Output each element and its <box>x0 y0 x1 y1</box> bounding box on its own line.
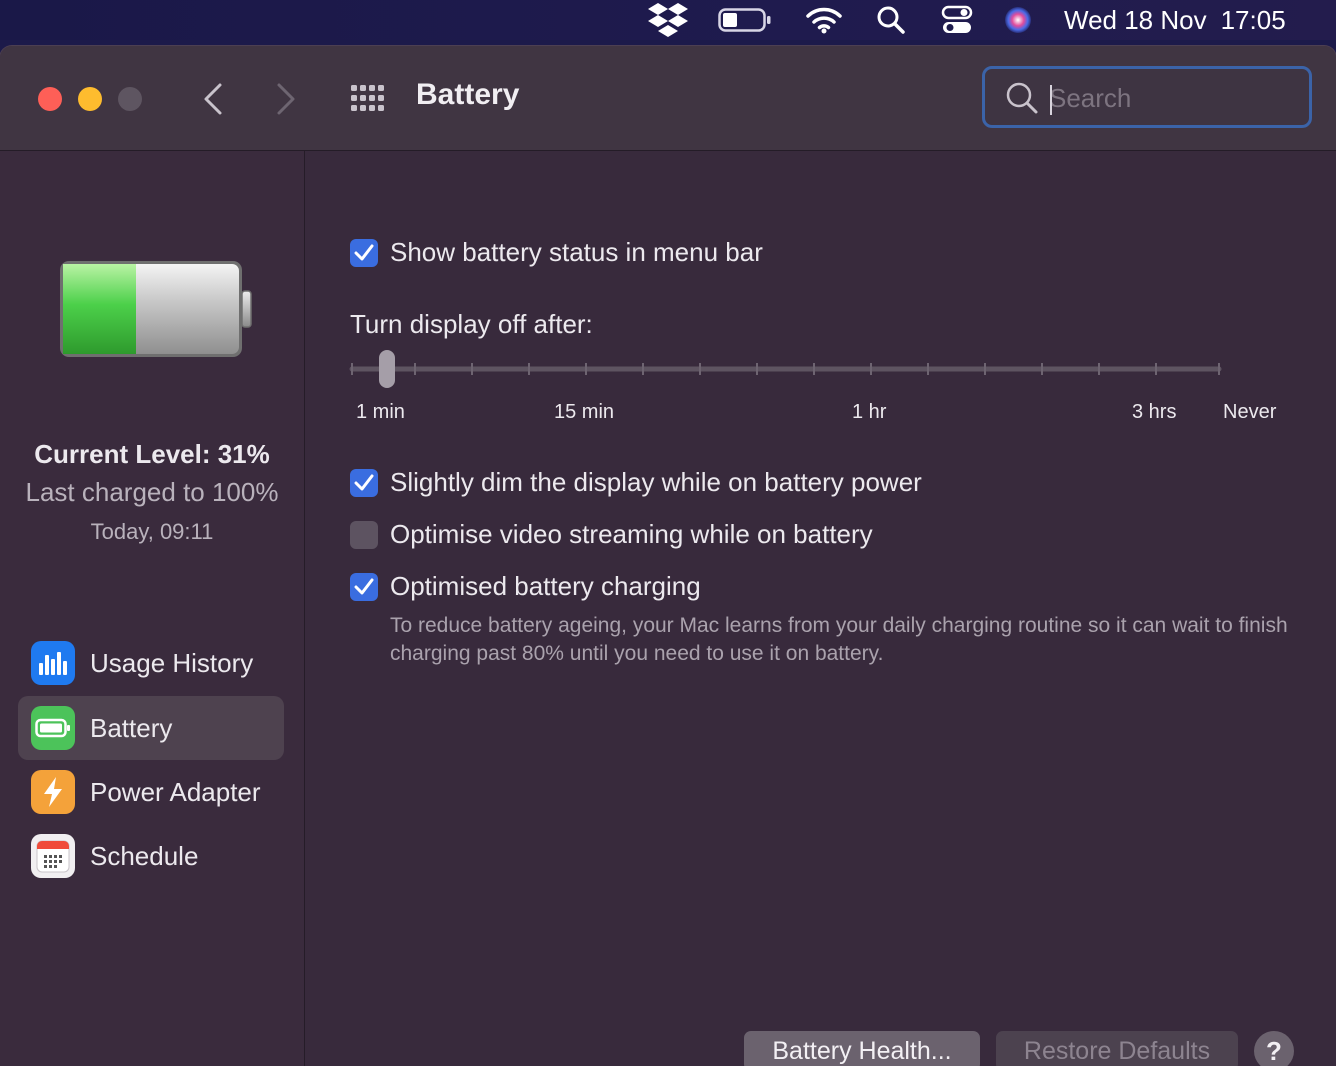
sidebar-item-battery[interactable]: Battery <box>18 696 284 760</box>
tick-label-1-hr: 1 hr <box>852 401 887 423</box>
back-button[interactable] <box>195 76 231 122</box>
show-battery-status-checkbox[interactable] <box>350 239 378 267</box>
wifi-icon[interactable] <box>804 0 844 40</box>
optimise-video-checkbox[interactable] <box>350 521 378 549</box>
sidebar: Current Level: 31% Last charged to 100% … <box>0 151 305 1066</box>
control-center-icon[interactable] <box>938 0 976 40</box>
text-cursor <box>1050 85 1052 115</box>
menu-bar-time: 17:05 <box>1220 4 1286 35</box>
last-charged-time: Today, 09:11 <box>90 519 214 544</box>
show-battery-status-label: Show battery status in menu bar <box>390 237 763 267</box>
tick-label-15-min: 15 min <box>554 401 615 423</box>
sidebar-item-label: Battery <box>90 712 173 743</box>
forward-button[interactable] <box>268 76 304 122</box>
search-icon <box>1006 82 1038 114</box>
display-off-slider[interactable] <box>305 341 1336 391</box>
siri-icon[interactable] <box>1000 0 1036 40</box>
optimised-charging-description: To reduce battery ageing, your Mac learn… <box>390 614 1288 665</box>
grid-icon <box>351 85 384 111</box>
last-charged-text: Last charged to 100% <box>25 477 279 507</box>
power-adapter-icon <box>31 770 75 814</box>
battery-settings-pane: Show battery status in menu bar Turn dis… <box>305 151 1336 1066</box>
show-all-button[interactable] <box>348 80 388 120</box>
battery-pane-icon <box>31 706 75 750</box>
dim-display-label: Slightly dim the display while on batter… <box>390 467 922 497</box>
preferences-window: Battery Search Current Level: 31% Last c… <box>0 46 1336 1066</box>
current-level-text: Current Level: 31% <box>34 439 270 469</box>
window-title: Battery <box>416 78 520 111</box>
sidebar-item-usage-history[interactable]: Usage History <box>18 631 284 695</box>
display-off-label: Turn display off after: <box>350 309 593 339</box>
usage-history-icon <box>31 641 75 685</box>
battery-health-button[interactable]: Battery Health... <box>744 1031 980 1066</box>
tick-label-1-min: 1 min <box>356 401 405 423</box>
menu-bar: Wed 18 Nov 17:05 <box>0 0 1336 40</box>
optimised-charging-checkbox[interactable] <box>350 573 378 601</box>
chevron-left-icon <box>204 83 222 115</box>
search-field[interactable] <box>982 66 1312 128</box>
menu-bar-clock[interactable]: Wed 18 Nov 17:05 <box>1064 0 1300 40</box>
tick-label-3-hrs: 3 hrs <box>1132 401 1177 423</box>
tick-label-never: Never <box>1223 401 1277 423</box>
dim-display-checkbox[interactable] <box>350 469 378 497</box>
sidebar-item-label: Power Adapter <box>90 776 261 807</box>
checkmark-icon <box>354 244 374 261</box>
close-window-button[interactable] <box>38 87 62 111</box>
minimize-window-button[interactable] <box>78 87 102 111</box>
checkmark-icon <box>354 578 374 595</box>
sidebar-item-label: Schedule <box>90 840 199 871</box>
battery-icon[interactable] <box>718 0 772 40</box>
title-bar: Battery <box>0 46 1336 151</box>
spotlight-search-icon[interactable] <box>874 0 908 40</box>
battery-level-icon <box>60 261 252 357</box>
help-button[interactable]: ? <box>1254 1031 1294 1066</box>
optimised-charging-label: Optimised battery charging <box>390 571 701 601</box>
restore-defaults-button[interactable]: Restore Defaults <box>996 1031 1238 1066</box>
optimise-video-label: Optimise video streaming while on batter… <box>390 519 873 549</box>
zoom-window-button[interactable] <box>118 87 142 111</box>
schedule-icon <box>31 834 75 878</box>
sidebar-item-power-adapter[interactable]: Power Adapter <box>18 760 284 824</box>
sidebar-item-label: Usage History <box>90 647 254 678</box>
chevron-right-icon <box>277 83 295 115</box>
dropbox-icon[interactable] <box>646 0 690 40</box>
checkmark-icon <box>354 474 374 491</box>
menu-bar-date: Wed 18 Nov <box>1064 4 1207 35</box>
slider-thumb[interactable] <box>379 350 395 388</box>
search-input[interactable] <box>1047 77 1291 119</box>
sidebar-item-schedule[interactable]: Schedule <box>18 824 284 888</box>
